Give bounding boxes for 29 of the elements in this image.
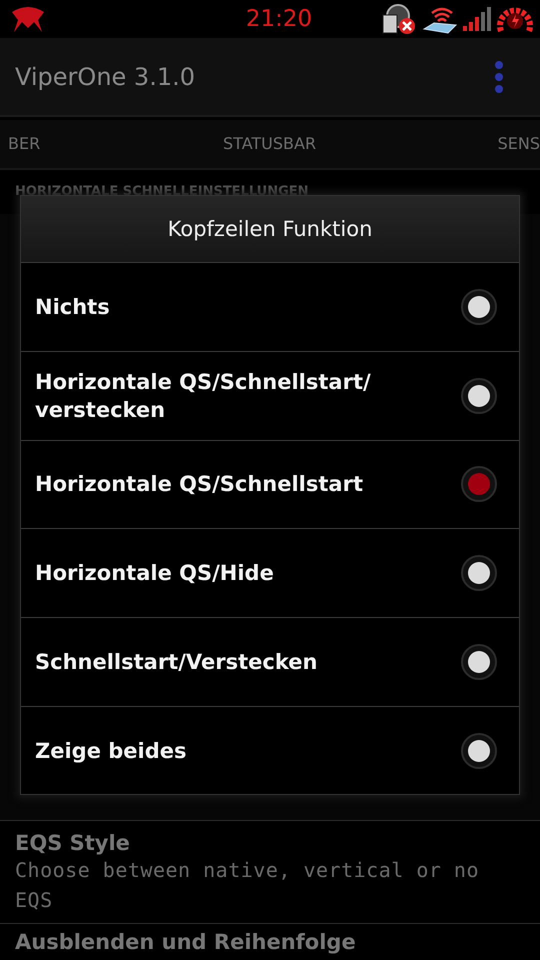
- option-label: Horizontale QS/Schnellstart/ verstecken: [35, 368, 372, 424]
- option-row[interactable]: Horizontale QS/Schnellstart: [21, 440, 519, 528]
- signal-icon: [462, 6, 492, 32]
- option-label: Nichts: [35, 294, 110, 321]
- tab[interactable]: SENS: [498, 134, 540, 153]
- option-row[interactable]: Zeige beides: [21, 706, 519, 795]
- radio-button[interactable]: [461, 644, 497, 680]
- option-row[interactable]: Nichts: [21, 262, 519, 351]
- radio-button[interactable]: [461, 288, 497, 325]
- radio-button[interactable]: [461, 466, 497, 502]
- radio-button[interactable]: [461, 555, 497, 592]
- option-row[interactable]: Horizontale QS/Schnellstart/ verstecken: [21, 350, 519, 440]
- app-title: ViperOne 3.1.0: [15, 62, 195, 90]
- option-row[interactable]: Horizontale QS/Hide: [21, 528, 519, 618]
- section-header: HORIZONTALE SCHNELLEINSTELLUNGEN: [15, 184, 309, 199]
- dialog-title: Kopfzeilen Funktion: [168, 217, 372, 241]
- clock: 21:20: [244, 6, 314, 32]
- tab[interactable]: STATUSBAR: [223, 134, 316, 153]
- radio-button[interactable]: [461, 732, 497, 769]
- option-label: Zeige beides: [35, 738, 187, 765]
- preference-title: Ausblenden und Reihenfolge: [15, 930, 357, 954]
- option-row[interactable]: Schnellstart/Verstecken: [21, 617, 519, 706]
- option-label: Horizontale QS/Schnellstart: [35, 471, 363, 498]
- radio-button[interactable]: [461, 378, 497, 414]
- preference-title: EQS Style: [15, 831, 131, 855]
- option-label: Horizontale QS/Hide: [35, 560, 274, 588]
- preference-summary: Choose between native, vertical or no EQS: [15, 857, 480, 914]
- option-label: Schnellstart/Verstecken: [35, 649, 318, 676]
- tab[interactable]: BER: [8, 134, 40, 153]
